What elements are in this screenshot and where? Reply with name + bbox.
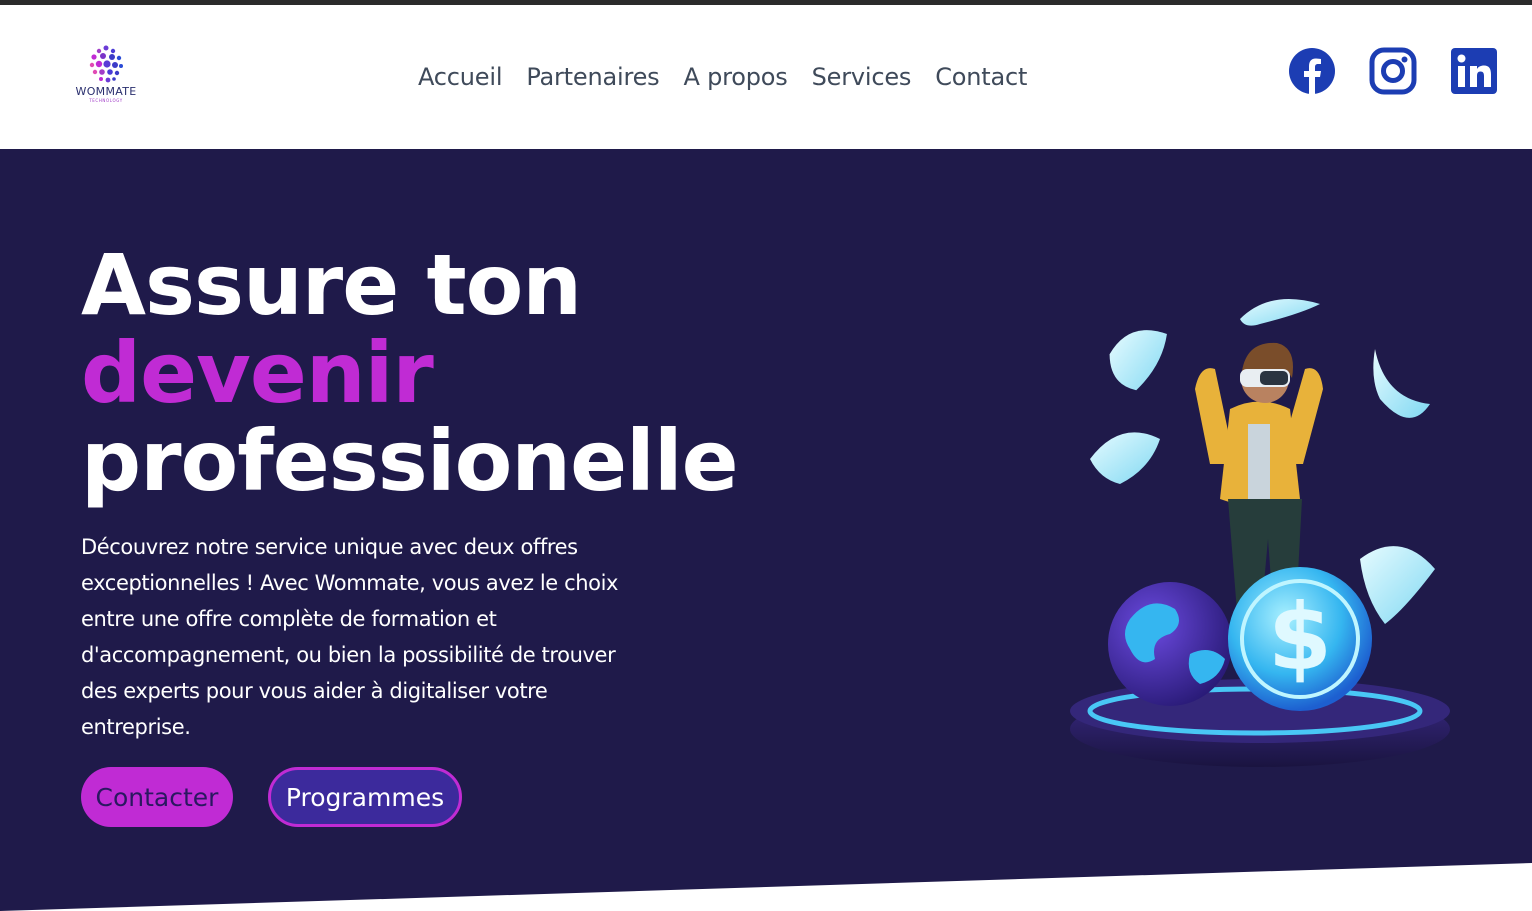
hero-section: Assure ton devenir professionelle Découv… <box>0 149 1532 911</box>
facebook-icon[interactable] <box>1288 47 1336 95</box>
programs-button[interactable]: Programmes <box>268 767 462 827</box>
logo-dots-icon <box>89 45 123 83</box>
nav-item-services[interactable]: Services <box>812 63 912 91</box>
hero-title-accent: devenir <box>81 324 434 422</box>
site-header: WOMMATE TECHNOLOGY Accueil Partenaires A… <box>0 5 1532 149</box>
wommate-logo[interactable]: WOMMATE TECHNOLOGY <box>68 43 144 107</box>
nav-item-accueil[interactable]: Accueil <box>418 63 503 91</box>
linkedin-icon[interactable] <box>1450 47 1498 95</box>
nav-item-a-propos[interactable]: A propos <box>683 63 787 91</box>
logo-tagline: TECHNOLOGY <box>89 98 123 103</box>
hero-title-line3: professionelle <box>81 412 739 510</box>
instagram-icon[interactable] <box>1369 47 1417 95</box>
hero-title-line1: Assure ton <box>81 236 582 334</box>
contact-button[interactable]: Contacter <box>81 767 233 827</box>
nav-item-contact[interactable]: Contact <box>935 63 1027 91</box>
nav-item-partenaires[interactable]: Partenaires <box>526 63 659 91</box>
hero-description: Découvrez notre service unique avec deux… <box>81 535 619 739</box>
logo-wordmark: WOMMATE <box>75 85 137 98</box>
svg-text:$: $ <box>1268 584 1332 691</box>
main-nav: Accueil Partenaires A propos Services Co… <box>418 55 1027 99</box>
vr-woman-money-illustration: $ <box>1070 299 1450 767</box>
hero-title: Assure ton devenir professionelle <box>81 236 739 510</box>
